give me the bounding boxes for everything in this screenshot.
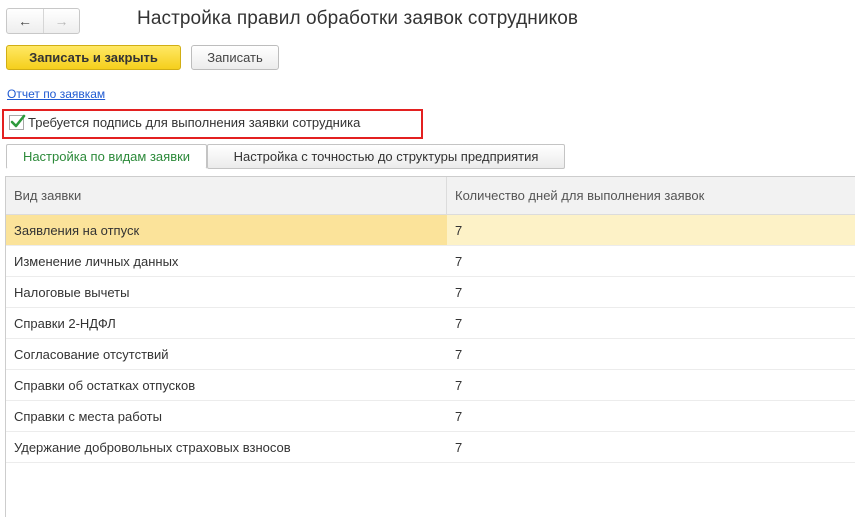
cell-request-type: Справки 2-НДФЛ xyxy=(14,315,116,331)
signature-required-label: Требуется подпись для выполнения заявки … xyxy=(28,115,361,130)
cell-days: 7 xyxy=(455,315,463,331)
cell-request-type: Заявления на отпуск xyxy=(6,215,447,245)
cell-request-type: Справки с места работы xyxy=(14,408,162,424)
back-arrow-icon[interactable]: ← xyxy=(7,9,43,33)
cell-days: 7 xyxy=(447,215,855,245)
table-row[interactable]: Изменение личных данных 7 xyxy=(6,246,855,277)
navigation-buttons: ← → xyxy=(6,8,80,34)
table-body: Заявления на отпуск 7 Изменение личных д… xyxy=(6,215,855,463)
table-header: Вид заявки Количество дней для выполнени… xyxy=(6,177,855,215)
cell-request-type: Справки об остатках отпусков xyxy=(14,377,196,393)
cell-days: 7 xyxy=(455,253,463,269)
cell-request-type: Согласование отсутствий xyxy=(14,346,169,362)
checkmark-icon xyxy=(10,114,26,128)
page-title: Настройка правил обработки заявок сотруд… xyxy=(137,8,579,29)
table-row[interactable]: Согласование отсутствий 7 xyxy=(6,339,855,370)
table-row[interactable]: Справки с места работы 7 xyxy=(6,401,855,432)
tab-by-request-type[interactable]: Настройка по видам заявки xyxy=(6,144,207,169)
cell-request-type: Налоговые вычеты xyxy=(14,284,130,300)
table-row[interactable]: Справки об остатках отпусков 7 xyxy=(6,370,855,401)
cell-days: 7 xyxy=(455,284,463,300)
form-window: ← → Настройка правил обработки заявок со… xyxy=(0,0,855,517)
cell-request-type: Изменение личных данных xyxy=(14,253,179,269)
cell-days: 7 xyxy=(455,377,463,393)
save-button[interactable]: Записать xyxy=(191,45,279,70)
column-header-request-type[interactable]: Вид заявки xyxy=(6,177,447,214)
save-and-close-button[interactable]: Записать и закрыть xyxy=(6,45,181,70)
table-row[interactable]: Справки 2-НДФЛ 7 xyxy=(6,308,855,339)
request-types-table: Вид заявки Количество дней для выполнени… xyxy=(5,176,855,517)
cell-days: 7 xyxy=(455,439,463,455)
table-row[interactable]: Заявления на отпуск 7 xyxy=(6,215,855,246)
table-row[interactable]: Удержание добровольных страховых взносов… xyxy=(6,432,855,463)
tab-by-enterprise-structure[interactable]: Настройка с точностью до структуры предп… xyxy=(207,144,565,169)
report-link[interactable]: Отчет по заявкам xyxy=(7,87,105,101)
signature-required-checkbox[interactable] xyxy=(9,114,26,130)
cell-days: 7 xyxy=(455,346,463,362)
forward-arrow-icon[interactable]: → xyxy=(43,9,79,33)
column-header-days[interactable]: Количество дней для выполнения заявок xyxy=(447,177,855,214)
cell-request-type: Удержание добровольных страховых взносов xyxy=(14,439,291,455)
table-row[interactable]: Налоговые вычеты 7 xyxy=(6,277,855,308)
cell-days: 7 xyxy=(455,408,463,424)
